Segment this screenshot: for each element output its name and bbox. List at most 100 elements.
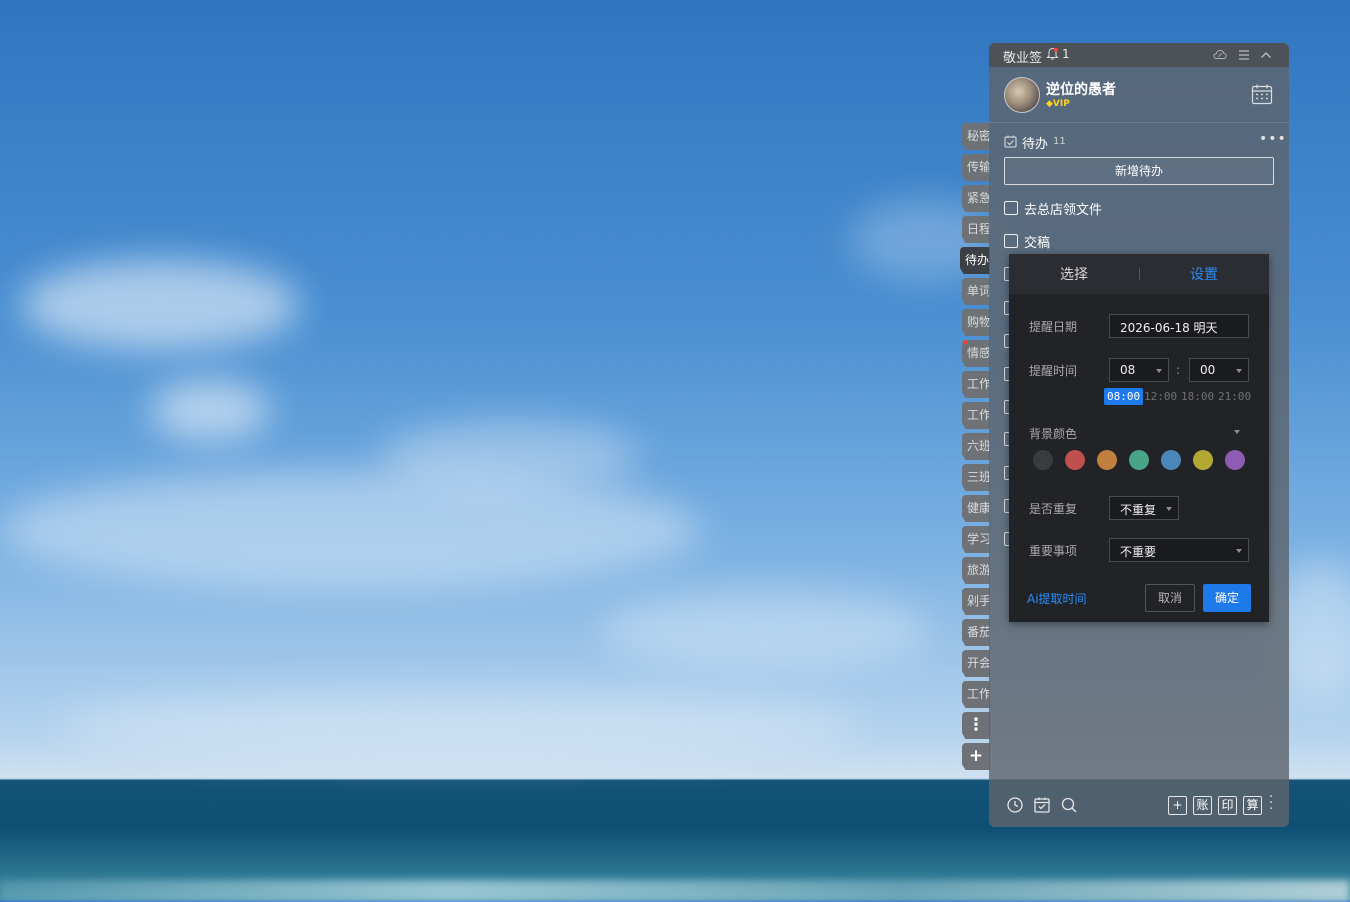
reminder-date-value: 2026-06-18 明天 (1120, 321, 1218, 335)
side-tab[interactable]: 传输 (962, 154, 990, 181)
chevron-down-icon (1156, 369, 1162, 373)
cloud (600, 590, 930, 670)
color-swatch[interactable] (1193, 450, 1213, 470)
side-tab[interactable]: 开会 (962, 650, 990, 677)
title-bar[interactable]: 敬业签 1 (989, 43, 1289, 67)
time-preset[interactable]: 21:00 (1218, 390, 1251, 403)
time-preset[interactable]: 18:00 (1181, 390, 1214, 403)
side-tab[interactable]: 秘密 (962, 123, 990, 150)
add-tab-icon[interactable]: + (962, 743, 990, 770)
hour-value: 08 (1120, 363, 1136, 377)
important-value: 不重要 (1120, 545, 1157, 559)
color-swatch[interactable] (1129, 450, 1149, 470)
side-tab[interactable]: 学习 (962, 526, 990, 553)
cloud (380, 420, 640, 490)
todo-title: 待办 (1022, 137, 1049, 152)
app-title: 敬业签 (1003, 51, 1043, 66)
cancel-button[interactable]: 取消 (1145, 584, 1195, 612)
repeat-value: 不重复 (1120, 503, 1157, 517)
avatar[interactable] (1004, 77, 1040, 113)
side-tab[interactable]: 日程 (962, 216, 990, 243)
todo-count: 11 (1053, 136, 1066, 147)
side-tab[interactable]: 紧急 (962, 185, 990, 212)
diamond-icon: ◆ (1046, 99, 1053, 109)
side-tab[interactable]: 六班 (962, 433, 990, 460)
tab-select[interactable]: 选择 (1009, 264, 1139, 284)
repeat-label: 是否重复 (1029, 502, 1078, 516)
popup-tabs: 选择 设置 (1009, 254, 1269, 294)
calendar-check-icon[interactable] (1033, 796, 1051, 814)
chevron-down-icon (1166, 507, 1172, 511)
cloud (150, 380, 270, 440)
cloud-sync-icon[interactable] (1213, 48, 1227, 62)
sea-foam (0, 880, 1350, 902)
side-tab[interactable]: 待办 (960, 247, 990, 274)
more-tabs-icon[interactable]: ⋮ (962, 712, 990, 739)
side-tab[interactable]: 购物 (962, 309, 990, 336)
minute-select[interactable]: 00 (1189, 358, 1249, 382)
side-tab[interactable]: 剁手 (962, 588, 990, 615)
important-label: 重要事项 (1029, 544, 1078, 558)
reminder-popup: 选择 设置 提醒日期 2026-06-18 明天 提醒时间 08 : 00 08… (1009, 254, 1269, 622)
color-swatch[interactable] (1225, 450, 1245, 470)
collapse-icon[interactable] (1259, 48, 1273, 62)
confirm-button[interactable]: 确定 (1203, 584, 1251, 612)
side-tab[interactable]: 工作 (962, 371, 990, 398)
username[interactable]: 逆位的愚者 (1046, 79, 1116, 99)
side-tab[interactable]: 三班 (962, 464, 990, 491)
search-icon[interactable] (1060, 796, 1078, 814)
important-select[interactable]: 不重要 (1109, 538, 1249, 562)
cloud (0, 470, 700, 590)
side-tab[interactable]: 工作 (962, 402, 990, 429)
more-options-icon[interactable]: ••• (1259, 131, 1287, 147)
add-todo-button[interactable]: 新增待办 (1004, 157, 1274, 185)
color-swatch[interactable] (1033, 450, 1053, 470)
calculator-button[interactable]: 算 (1243, 796, 1262, 815)
print-button[interactable]: 印 (1218, 796, 1237, 815)
bg-color-label: 背景颜色 (1029, 427, 1078, 441)
reminder-date-input[interactable]: 2026-06-18 明天 (1109, 314, 1249, 338)
profile-row: 逆位的愚者 ◆VIP (989, 67, 1289, 123)
side-tab[interactable]: 单词 (962, 278, 990, 305)
time-preset[interactable]: 08:00 (1104, 388, 1144, 405)
chevron-down-icon (1236, 549, 1242, 553)
bottom-toolbar: + 账 印 算 · · · (989, 791, 1289, 821)
reminder-time-label: 提醒时间 (1029, 364, 1078, 378)
side-tab[interactable]: 番茄 (962, 619, 990, 646)
vip-badge: ◆VIP (1046, 99, 1070, 109)
chevron-down-icon (1236, 369, 1242, 373)
ai-extract-time-link[interactable]: Ai提取时间 (1027, 590, 1087, 607)
reminder-date-label: 提醒日期 (1029, 320, 1078, 334)
cloud (60, 690, 860, 760)
todo-text: 去总店领文件 (1024, 203, 1103, 218)
color-swatch[interactable] (1161, 450, 1181, 470)
cloud (20, 260, 300, 350)
color-swatch[interactable] (1097, 450, 1117, 470)
clock-icon[interactable] (1006, 796, 1024, 814)
time-preset[interactable]: 12:00 (1144, 390, 1177, 403)
calendar-icon[interactable] (1251, 83, 1273, 105)
account-button[interactable]: 账 (1193, 796, 1212, 815)
side-tab[interactable]: 情感 (962, 340, 990, 367)
todo-checkbox[interactable] (1004, 234, 1018, 248)
side-tab[interactable]: 旅游 (962, 557, 990, 584)
minute-value: 00 (1200, 363, 1216, 377)
tab-settings[interactable]: 设置 (1139, 264, 1269, 284)
menu-icon[interactable] (1237, 48, 1251, 62)
todo-text: 交稿 (1024, 236, 1051, 251)
chevron-down-icon[interactable] (1234, 430, 1240, 434)
time-colon: : (1176, 363, 1181, 377)
vip-label: VIP (1052, 99, 1070, 109)
side-tab[interactable]: 工作 (962, 681, 990, 708)
notification-count: 1 (1062, 47, 1070, 61)
more-vertical-icon[interactable]: · · · (1269, 791, 1273, 816)
add-note-button[interactable]: + (1168, 796, 1187, 815)
todo-check-icon (1004, 135, 1017, 148)
hour-select[interactable]: 08 (1109, 358, 1169, 382)
repeat-select[interactable]: 不重复 (1109, 496, 1179, 520)
color-swatch[interactable] (1065, 450, 1085, 470)
unread-dot (963, 340, 967, 344)
side-tab[interactable]: 健康 (962, 495, 990, 522)
bell-icon[interactable] (1046, 47, 1059, 61)
todo-checkbox[interactable] (1004, 201, 1018, 215)
